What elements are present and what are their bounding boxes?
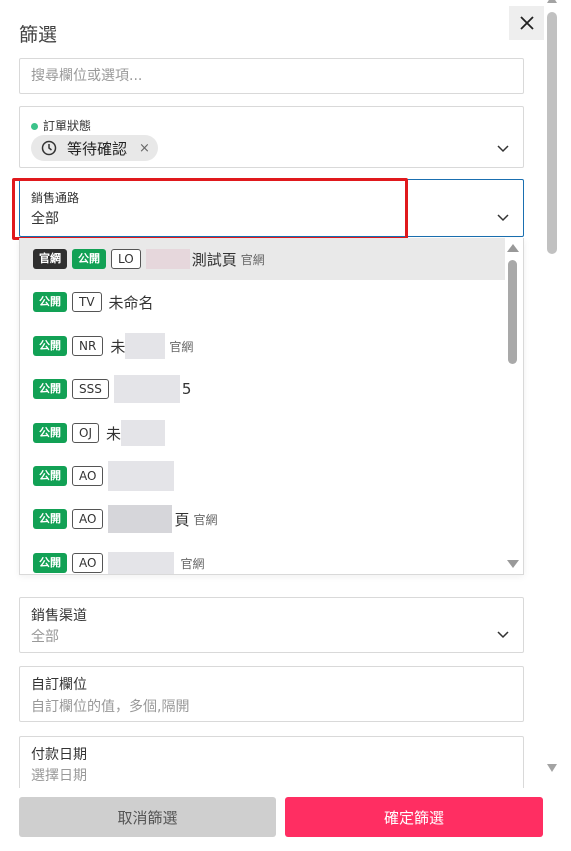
clock-icon xyxy=(41,140,57,156)
custom-field-label: 自訂欄位 xyxy=(31,677,87,693)
channel-suffix: 官網 xyxy=(240,252,265,267)
channel-suffix: 官網 xyxy=(169,339,194,354)
channel-option[interactable]: 公開 AO xyxy=(20,455,505,497)
public-tag: 公開 xyxy=(33,423,67,443)
channel-option[interactable]: 官網 公開 LO 測試頁 官網 xyxy=(20,238,505,280)
channel-name: 頁 xyxy=(174,510,190,529)
public-tag: 公開 xyxy=(33,379,67,399)
scroll-down-arrow-icon[interactable] xyxy=(547,764,557,772)
channel-suffix: 官網 xyxy=(193,512,218,527)
redacted-block xyxy=(125,333,166,359)
footer-actions: 取消篩選 確定篩選 xyxy=(0,788,571,851)
channel-option[interactable]: 公開 TV 未命名 xyxy=(20,281,505,323)
order-status-label: 訂單狀態 xyxy=(31,117,91,134)
chevron-down-icon xyxy=(497,145,509,153)
channel-option[interactable]: 公開 OJ 未 xyxy=(20,412,505,454)
channel-name: 5 xyxy=(181,380,192,398)
channel-name: 未 xyxy=(105,424,121,443)
sales-channel-2-value: 全部 xyxy=(31,629,59,645)
payment-date-picker[interactable]: 付款日期 選擇日期 xyxy=(19,736,524,796)
status-chip: 等待確認 × xyxy=(31,135,158,161)
redacted-block xyxy=(108,505,173,533)
order-status-select[interactable]: 訂單狀態 等待確認 × xyxy=(19,106,524,168)
channel-option[interactable]: 公開 NR 未 官網 xyxy=(20,325,505,367)
redacted-block xyxy=(108,552,175,574)
page-scrollbar[interactable] xyxy=(545,0,559,788)
channel-code: TV xyxy=(72,292,102,312)
channel-name: 未 xyxy=(110,337,126,356)
custom-field-input[interactable]: 自訂欄位 自訂欄位的值，多個,隔開 xyxy=(19,666,524,722)
public-tag: 公開 xyxy=(33,553,67,573)
channel-code: LO xyxy=(111,249,141,269)
public-tag: 公開 xyxy=(72,249,106,269)
status-chip-label: 等待確認 xyxy=(67,139,128,158)
order-status-label-text: 訂單狀態 xyxy=(43,119,92,133)
channel-name: 未命名 xyxy=(108,293,154,312)
channel-code: AO xyxy=(72,509,104,529)
status-dot xyxy=(31,123,38,130)
scrollbar-thumb[interactable] xyxy=(547,12,557,254)
confirm-filter-button[interactable]: 確定篩選 xyxy=(285,797,543,837)
redacted-block xyxy=(108,461,175,491)
chip-remove-icon[interactable]: × xyxy=(139,141,150,156)
channel-code: AO xyxy=(72,466,104,486)
redacted-block xyxy=(145,249,190,269)
page-title: 篩選 xyxy=(19,24,58,46)
channel-suffix: 官網 xyxy=(180,556,205,571)
redacted-block xyxy=(121,420,165,446)
sales-channel-2-select[interactable]: 銷售渠道 全部 xyxy=(19,597,524,653)
channel-code: AO xyxy=(72,553,104,573)
close-button[interactable] xyxy=(509,6,544,40)
redacted-block xyxy=(113,375,180,403)
scroll-up-arrow-icon[interactable] xyxy=(507,244,519,252)
cancel-filter-button[interactable]: 取消篩選 xyxy=(19,797,276,837)
channel-code: NR xyxy=(72,336,104,356)
chevron-down-icon xyxy=(497,631,509,639)
sales-channel-dropdown[interactable]: 官網 公開 LO 測試頁 官網 公開 TV 未命名 公開 NR 未 官網 公開 … xyxy=(19,238,524,575)
scroll-down-arrow-icon[interactable] xyxy=(507,560,519,568)
field-search-input[interactable]: 搜尋欄位或選項... xyxy=(19,58,524,94)
payment-date-label: 付款日期 xyxy=(31,747,87,763)
custom-field-placeholder: 自訂欄位的值，多個,隔開 xyxy=(31,699,190,715)
channel-option[interactable]: 公開 AO 頁 官網 xyxy=(20,498,505,540)
channel-name: 測試頁 xyxy=(191,250,237,269)
channel-option[interactable]: 公開 SSS 5 xyxy=(20,368,505,410)
channel-code: SSS xyxy=(72,379,109,399)
public-tag: 公開 xyxy=(33,509,67,529)
channel-code: OJ xyxy=(72,423,99,443)
dropdown-scroll-thumb[interactable] xyxy=(508,260,517,364)
public-tag: 公開 xyxy=(33,336,67,356)
public-tag: 公開 xyxy=(33,292,67,312)
payment-date-placeholder: 選擇日期 xyxy=(31,768,87,784)
dropdown-scrollbar[interactable] xyxy=(507,238,519,574)
close-icon xyxy=(519,16,534,30)
annotation-highlight-box xyxy=(12,178,408,240)
public-tag: 公開 xyxy=(33,466,67,486)
official-tag: 官網 xyxy=(33,249,67,269)
chevron-down-icon xyxy=(497,214,509,222)
channel-option[interactable]: 公開 AO 官網 xyxy=(20,542,505,574)
sales-channel-2-label: 銷售渠道 xyxy=(31,608,87,624)
scroll-up-arrow-icon[interactable] xyxy=(547,0,557,3)
